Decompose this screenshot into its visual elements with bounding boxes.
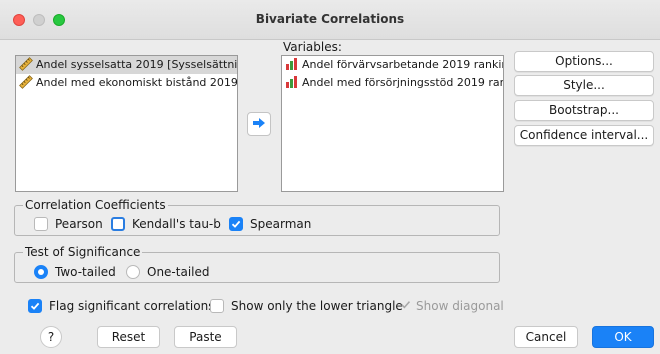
checkmark-icon <box>400 299 411 313</box>
checkbox-label: Show diagonal <box>416 299 504 313</box>
move-right-button[interactable] <box>247 112 271 136</box>
flag-significant-checkbox[interactable]: Flag significant correlations <box>28 299 214 313</box>
checkbox-label: Show only the lower triangle <box>231 299 403 313</box>
lower-triangle-checkbox[interactable]: Show only the lower triangle <box>210 299 403 313</box>
checkbox-label: Spearman <box>250 217 312 231</box>
show-diagonal-checkbox: Show diagonal <box>400 299 504 313</box>
variable-label: Andel förvärvsarbetande 2019 rankin... <box>302 58 503 71</box>
list-item[interactable]: Andel sysselsatta 2019 [Sysselsättnin... <box>16 56 237 74</box>
variable-label: Andel med ekonomiskt bistånd 2019 ... <box>36 76 237 89</box>
bootstrap-button[interactable]: Bootstrap... <box>514 100 654 121</box>
ordinal-bars-icon <box>285 57 299 71</box>
one-tailed-radio[interactable]: One-tailed <box>126 265 210 279</box>
checkbox-box[interactable] <box>229 217 243 231</box>
checkbox-box[interactable] <box>28 299 42 313</box>
checkmark-icon <box>30 302 40 310</box>
checkbox-label: Flag significant correlations <box>49 299 215 313</box>
variable-label: Andel sysselsatta 2019 [Sysselsättnin... <box>36 58 237 71</box>
spearman-checkbox[interactable]: Spearman <box>229 217 311 231</box>
style-button[interactable]: Style... <box>514 75 654 96</box>
scale-ruler-icon <box>19 75 33 89</box>
checkmark-icon <box>231 220 241 228</box>
radio-label: One-tailed <box>147 265 210 279</box>
ordinal-bars-icon <box>285 75 299 89</box>
scale-ruler-icon <box>19 57 33 71</box>
group-legend: Test of Significance <box>23 245 143 259</box>
cancel-button[interactable]: Cancel <box>514 326 578 348</box>
confidence-interval-button[interactable]: Confidence interval... <box>514 125 654 146</box>
options-button[interactable]: Options... <box>514 51 654 72</box>
source-variable-list[interactable]: Andel sysselsatta 2019 [Sysselsättnin...… <box>15 55 238 192</box>
radio-label: Two-tailed <box>55 265 116 279</box>
reset-button[interactable]: Reset <box>97 326 160 348</box>
variables-label: Variables: <box>283 40 342 54</box>
group-legend: Correlation Coefficients <box>23 198 168 212</box>
two-tailed-radio[interactable]: Two-tailed <box>34 265 116 279</box>
pearson-checkbox[interactable]: Pearson <box>34 217 103 231</box>
radio-circle[interactable] <box>34 265 48 279</box>
arrow-right-icon <box>252 117 266 132</box>
list-item[interactable]: Andel med ekonomiskt bistånd 2019 ... <box>16 74 237 92</box>
help-button[interactable]: ? <box>40 326 62 348</box>
target-variable-list[interactable]: Andel förvärvsarbetande 2019 rankin... A… <box>281 55 504 192</box>
paste-button[interactable]: Paste <box>174 326 237 348</box>
title-bar: Bivariate Correlations <box>0 0 660 40</box>
radio-circle[interactable] <box>126 265 140 279</box>
checkbox-label: Kendall's tau-b <box>132 217 221 231</box>
checkbox-box[interactable] <box>111 217 125 231</box>
list-item[interactable]: Andel förvärvsarbetande 2019 rankin... <box>282 56 503 74</box>
kendall-checkbox[interactable]: Kendall's tau-b <box>111 217 221 231</box>
variable-label: Andel med försörjningsstöd 2019 ran... <box>302 76 503 89</box>
checkbox-box[interactable] <box>210 299 224 313</box>
checkbox-box[interactable] <box>34 217 48 231</box>
ok-button[interactable]: OK <box>592 326 654 348</box>
list-item[interactable]: Andel med försörjningsstöd 2019 ran... <box>282 74 503 92</box>
checkbox-label: Pearson <box>55 217 103 231</box>
window-title: Bivariate Correlations <box>255 12 405 26</box>
